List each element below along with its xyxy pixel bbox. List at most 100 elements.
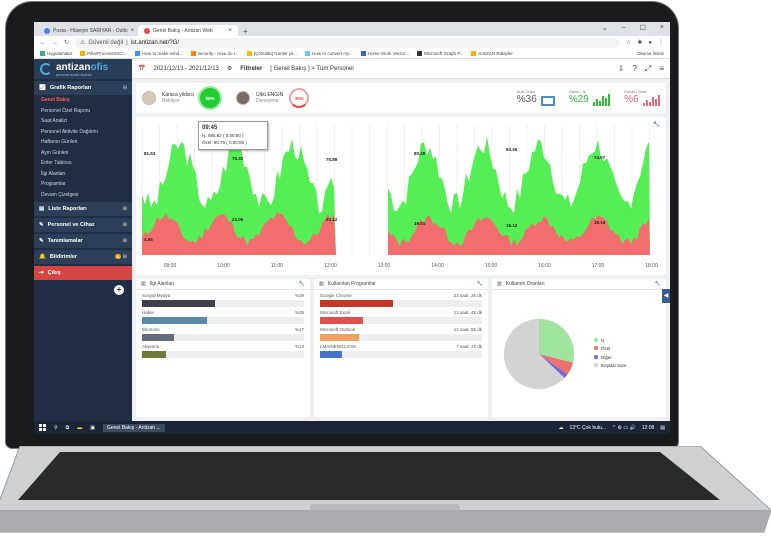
browser-tab-strip: Posta - Hüseyin SARIYAR - Outlo × Genel …	[34, 22, 670, 36]
address-bar-row: ← → ↻ ⚠ Güvenli değil | ist.antizan.net/…	[34, 36, 670, 49]
person-status: Deneyime	[255, 98, 279, 104]
extensions-icon[interactable]: ✱	[637, 39, 642, 46]
data-label: 74.97	[594, 155, 606, 160]
legend-item: Özel	[594, 345, 627, 353]
list-item: Microsoft Excel 13 saat, 45 dk	[314, 307, 488, 324]
sidebar-section-lists[interactable]: ▤ Liste Raporları ⊞	[34, 202, 132, 216]
clock[interactable]: 12:08	[642, 425, 655, 431]
wrench-icon[interactable]: 🔧	[655, 281, 661, 287]
search-icon[interactable]: ⚲	[54, 425, 58, 431]
kpi-value: %6	[624, 94, 639, 106]
wrench-icon[interactable]: 🔧	[299, 281, 305, 287]
task-view-icon[interactable]: ⧉	[66, 425, 70, 431]
sidebar-item-programs[interactable]: Programlar	[34, 179, 132, 190]
menu-icon[interactable]: ≡	[659, 64, 664, 74]
kpi-value: %29	[568, 94, 589, 106]
date-range-picker[interactable]: 2021/12/13 - 2021/12/13	[153, 66, 218, 72]
help-icon[interactable]: ?	[632, 64, 636, 74]
store-icon[interactable]: ▣	[90, 425, 95, 431]
expand-icon: ⊞	[122, 222, 127, 228]
sidebar-section-personnel[interactable]: ✎ Personel ve Cihaz ⊞	[34, 218, 132, 232]
legend-item: Boştaki Süre	[594, 362, 627, 370]
sidebar-item-activity-distribution[interactable]: Personel Aktivite Dağılımı	[34, 127, 132, 138]
sidebar-item-enter-table[interactable]: Enter Tablosu	[34, 158, 132, 169]
usage-pie-chart[interactable]	[500, 315, 578, 393]
reading-list[interactable]: Okuma listesi	[637, 51, 664, 56]
add-button[interactable]: +	[114, 285, 124, 295]
tab-label: Genel Bakış - Antizan Web	[153, 27, 213, 34]
sidebar-section-notifications[interactable]: 🔔 Bildirimler 6 ⊞	[34, 250, 132, 264]
star-icon[interactable]: ☆	[626, 39, 631, 46]
sidebar-item-month-days[interactable]: Ayın Günleri	[34, 148, 132, 159]
expand-icon: ⊞	[122, 238, 127, 244]
sidebar-section-definitions[interactable]: ✎ Tanımlamalar ⊞	[34, 234, 132, 248]
sidebar-item-personal-report[interactable]: Personel Özel Raporu	[34, 106, 132, 117]
programs-panel: ▥ Kullanılan Programlar 🔧 Google Chrome 2…	[314, 279, 488, 417]
sidebar-item-overview[interactable]: Genel Bakış	[34, 95, 132, 106]
sidebar-item-weekdays[interactable]: Haftanın Günleri	[34, 137, 132, 148]
sidebar-item-attendance[interactable]: Devam Çizelgesi	[34, 190, 132, 201]
sidebar-item-interests[interactable]: İlgi Alanları	[34, 169, 132, 180]
data-label: 81.53	[144, 151, 156, 156]
antizan-app: antizanofis personel analiz sistemi 📈 Gr…	[34, 59, 670, 421]
wrench-icon[interactable]: 🔧	[477, 281, 483, 287]
new-tab-button[interactable]: +	[238, 27, 253, 36]
x-tick-label: 16:00	[538, 263, 551, 269]
weather-text[interactable]: 13°C Çok bulu...	[569, 425, 605, 431]
bookmark-item[interactable]: Home Work Vector...	[360, 51, 409, 57]
bookmark-item[interactable]: PillarProcessStrCl...	[80, 51, 127, 57]
data-label: 19.16	[594, 220, 606, 225]
progress-fill	[142, 300, 215, 307]
activity-chart: 09:00 10:00 11:00 12:00 13:00 14:00 15:00 16:00…	[136, 117, 666, 275]
folder-icon[interactable]: ▬	[77, 425, 82, 431]
maximize-icon[interactable]: ☐	[640, 24, 646, 32]
bookmark-item[interactable]: [Çözüldü] Günler yit...	[246, 51, 297, 57]
forward-icon[interactable]: →	[52, 40, 58, 46]
close-icon[interactable]: ×	[660, 24, 664, 32]
minimize-icon[interactable]: –	[622, 24, 626, 32]
filters-button[interactable]: Filtreler	[240, 66, 262, 72]
wrench-icon[interactable]: 🔧	[653, 121, 660, 128]
menu-icon[interactable]: ⋮	[658, 39, 664, 46]
chevron-down-icon[interactable]: ⌄	[602, 24, 608, 32]
close-icon[interactable]: ×	[228, 28, 232, 34]
notification-icon[interactable]: ▤	[660, 425, 665, 431]
close-icon[interactable]: ×	[131, 28, 135, 34]
windows-start-icon[interactable]	[39, 424, 46, 431]
back-icon[interactable]: ←	[40, 40, 46, 46]
kpi-work: Genel / İş %29	[568, 89, 611, 107]
sidebar-section-graphs[interactable]: 📈 Grafik Raporları ⊟	[34, 81, 132, 95]
kpi-usage: Kulll Oranı %36	[517, 89, 555, 107]
sidebar-logout[interactable]: ⇥ Çıkış	[34, 266, 132, 280]
collapse-panel-button[interactable]: ◀	[662, 289, 670, 303]
browser-tab-outlook[interactable]: Posta - Hüseyin SARIYAR - Outlo ×	[38, 25, 138, 36]
taskbar-app-chrome[interactable]: Genel Bakış - Antizan ...	[102, 423, 165, 432]
bookmark-item[interactable]: AntiZAN Rakipler	[471, 51, 513, 57]
bookmark-item[interactable]: How to make wind...	[135, 51, 183, 57]
laptop-lid: Posta - Hüseyin SARIYAR - Outlo × Genel …	[6, 2, 678, 448]
logo[interactable]: antizanofis personel analiz sistemi	[34, 59, 132, 79]
browser-tab-antizan[interactable]: Genel Bakış - Antizan Web ×	[138, 25, 238, 36]
reload-icon[interactable]: ↻	[64, 39, 69, 46]
bookmark-item[interactable]: How to convert my...	[305, 51, 353, 57]
sidebar-item-hour-analysis[interactable]: Saat Analizi	[34, 116, 132, 127]
bookmark-item[interactable]: security - How do I...	[190, 51, 239, 57]
x-tick-label: 10:00	[217, 263, 230, 269]
tray-icons[interactable]: ⌃ ⚙ ▭ 🔊	[612, 425, 636, 431]
list-icon: ▤	[39, 206, 45, 212]
url-bar[interactable]: ⚠ Güvenli değil | ist.antizan.net/?G/	[75, 37, 620, 48]
profile-icon[interactable]: ●	[648, 40, 652, 46]
data-label: 23.06	[232, 217, 244, 222]
collapse-icon: ⊟	[122, 85, 127, 91]
bookmark-icon	[360, 51, 366, 57]
bookmark-icon	[80, 51, 86, 57]
windows-taskbar: ⚲ ⧉ ▬ ▣ Genel Bakış - Antizan ... ☁ 13°C…	[34, 421, 670, 434]
download-icon[interactable]: ⇩	[618, 64, 625, 74]
bookmark-item[interactable]: Uygulamalar	[40, 51, 72, 57]
tooltip-work: İş: 985.82 ( 0:00:50 )	[202, 133, 244, 138]
bar-sparkline-icon	[593, 94, 611, 107]
bookmark-item[interactable]: Microsoft Graph P...	[416, 51, 463, 57]
fullscreen-icon[interactable]: ⤢	[645, 64, 651, 74]
x-tick-label: 13:00	[378, 263, 391, 269]
bookmarks-bar: Uygulamalar PillarProcessStrCl... How to…	[34, 49, 670, 59]
